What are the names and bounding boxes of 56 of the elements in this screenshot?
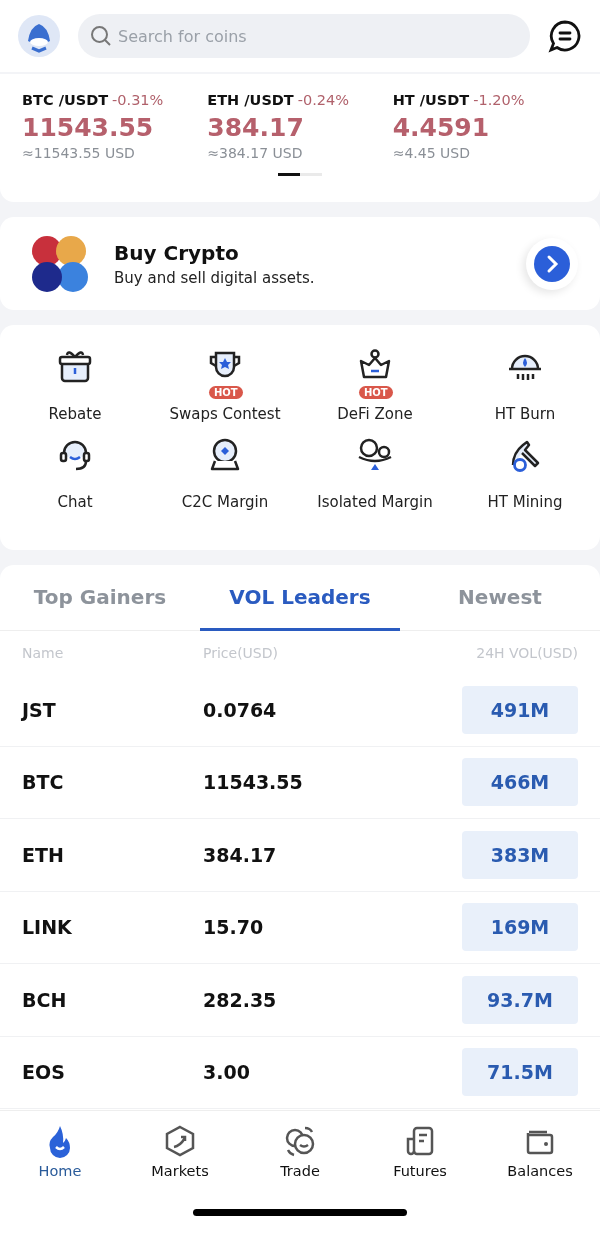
shortcut-button[interactable]: Rebate (0, 347, 150, 423)
message-icon[interactable] (548, 19, 582, 53)
coin-name: BTC (22, 771, 64, 794)
last-price: 4.4591 (392, 113, 491, 142)
shortcut-button[interactable]: HT Mining (450, 435, 600, 511)
volume-badge: 93.7M (462, 975, 578, 1024)
usd-price: ≈11543.55 USD (22, 145, 136, 161)
nav-tab[interactable]: Balances (480, 1123, 600, 1179)
price-change: -0.31% (112, 92, 164, 108)
coin-price: 3.00 (203, 1061, 250, 1084)
coin-price: 0.0764 (203, 698, 277, 721)
coin-price: 15.70 (203, 916, 264, 939)
last-price: 11543.55 (22, 113, 155, 142)
coin-price: 384.17 (203, 843, 277, 866)
price-change: -0.24% (297, 92, 350, 108)
coin-name: LINK (22, 916, 72, 939)
shortcut-button[interactable]: HOT DeFi Zone (300, 347, 450, 423)
buy-crypto-title: Buy Crypto (114, 240, 240, 265)
coin-name: BCH (22, 988, 67, 1011)
coin-name: JST (22, 698, 56, 721)
trading-pair: ETH /USDT (207, 92, 294, 108)
market-tab[interactable]: VOL Leaders (200, 565, 400, 631)
usd-price: ≈4.45 USD (392, 145, 471, 161)
coin-price: 11543.55 (203, 771, 303, 794)
trading-pair: HT /USDT (392, 92, 470, 108)
shortcut-button[interactable]: HOT Swaps Contest (150, 347, 300, 423)
coin-name: EOS (22, 1061, 65, 1084)
hot-badge: HOT (359, 386, 393, 399)
coin-price: 282.35 (203, 988, 277, 1011)
shortcut-button[interactable]: C2C Margin (150, 435, 300, 511)
nav-tab[interactable]: Trade (240, 1123, 360, 1179)
payment-cards-icon (30, 233, 90, 294)
coin-name: ETH (22, 843, 64, 866)
nav-tab[interactable]: Markets (120, 1123, 240, 1179)
nav-tab[interactable]: Home (0, 1123, 120, 1179)
last-price: 384.17 (207, 113, 305, 142)
usd-price: ≈384.17 USD (207, 145, 304, 161)
shortcut-button[interactable]: Isolated Margin (300, 435, 450, 511)
column-header: 24H VOL(USD) (476, 644, 578, 661)
column-header: Price(USD) (203, 644, 278, 661)
logo-icon[interactable] (18, 15, 60, 57)
buy-crypto-subtitle: Buy and sell digital assets. (114, 268, 316, 287)
volume-badge: 71.5M (462, 1048, 578, 1097)
price-change: -1.20% (473, 92, 525, 108)
shortcut-button[interactable]: HT Burn (450, 347, 600, 423)
hot-badge: HOT (209, 386, 243, 399)
search-field[interactable]: Search for coins (78, 14, 530, 58)
nav-tab[interactable]: Futures (360, 1123, 480, 1179)
volume-badge: 383M (462, 830, 578, 879)
volume-badge: 169M (462, 903, 578, 952)
volume-badge: 491M (462, 685, 578, 734)
trading-pair: BTC /USDT (22, 92, 109, 108)
volume-badge: 466M (462, 758, 578, 807)
chevron-right-icon (534, 245, 570, 282)
shortcut-button[interactable]: Chat (0, 435, 150, 511)
column-header: Name (22, 644, 65, 661)
